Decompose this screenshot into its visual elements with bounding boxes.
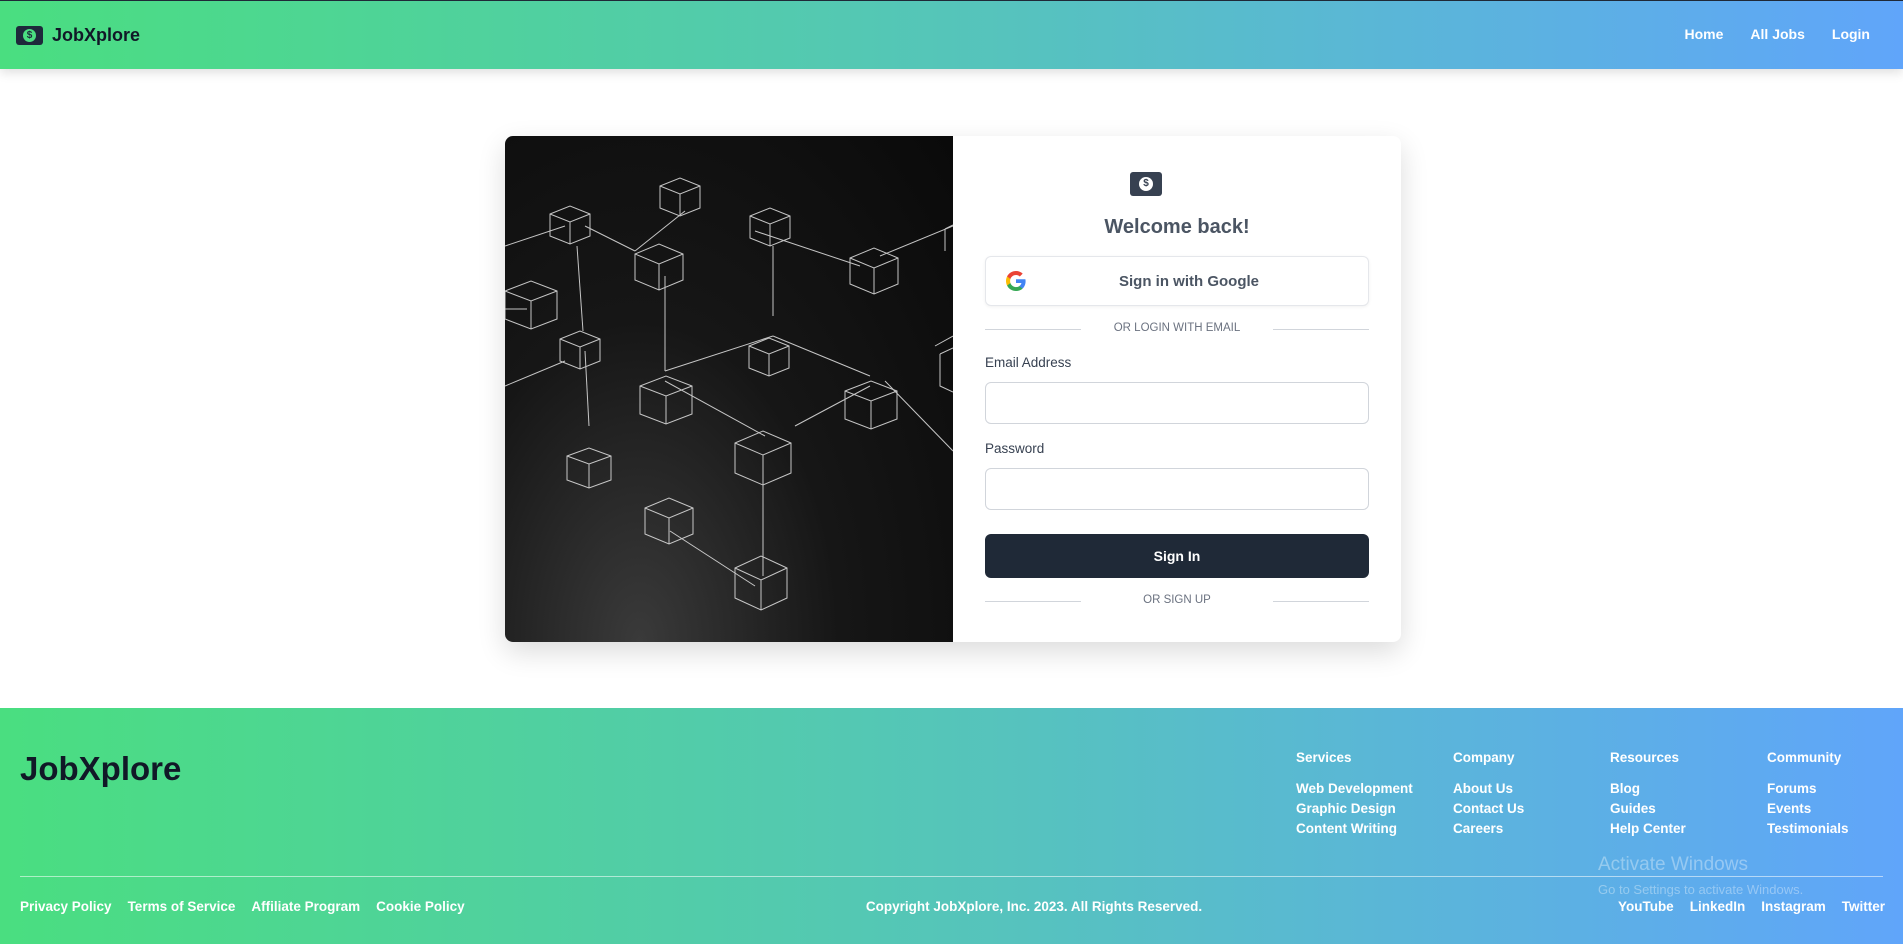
network-cubes-illustration xyxy=(505,177,953,611)
password-label: Password xyxy=(985,441,1045,456)
site-footer: JobXplore Services Web Development Graph… xyxy=(0,708,1903,944)
footer-col-community: Community Forums Events Testimonials xyxy=(1767,750,1849,839)
instagram-link[interactable]: Instagram xyxy=(1761,899,1826,914)
footer-link[interactable]: Testimonials xyxy=(1767,819,1849,839)
google-signin-button[interactable]: Sign in with Google xyxy=(985,256,1369,306)
password-input[interactable] xyxy=(985,468,1369,510)
google-button-label: Sign in with Google xyxy=(1119,272,1259,290)
top-navbar: $ JobXplore Home All Jobs Login xyxy=(0,0,1903,69)
email-login-divider: OR LOGIN WITH EMAIL xyxy=(985,322,1369,336)
footer-link[interactable]: Blog xyxy=(1610,779,1686,799)
email-label: Email Address xyxy=(985,355,1072,370)
login-form: $ Welcome back! Sign in with Google OR L… xyxy=(953,136,1401,642)
footer-divider xyxy=(20,876,1883,877)
hero-image xyxy=(505,136,953,642)
sign-in-button[interactable]: Sign In xyxy=(985,534,1369,578)
footer-link[interactable]: Graphic Design xyxy=(1296,799,1413,819)
brand-name: JobXplore xyxy=(52,25,141,45)
google-icon xyxy=(1006,271,1026,291)
footer-link[interactable]: Help Center xyxy=(1610,819,1686,839)
footer-link[interactable]: Content Writing xyxy=(1296,819,1413,839)
footer-col-services: Services Web Development Graphic Design … xyxy=(1296,750,1413,839)
signup-divider[interactable]: OR SIGN UP xyxy=(985,594,1369,608)
nav-home[interactable]: Home xyxy=(1685,26,1724,42)
footer-col-heading: Resources xyxy=(1610,750,1680,765)
youtube-link[interactable]: YouTube xyxy=(1618,899,1674,914)
footer-col-heading: Community xyxy=(1767,750,1842,765)
footer-col-company: Company About Us Contact Us Careers xyxy=(1453,750,1524,839)
footer-col-heading: Services xyxy=(1296,750,1352,765)
footer-link[interactable]: Careers xyxy=(1453,819,1524,839)
footer-link[interactable]: About Us xyxy=(1453,779,1524,799)
footer-link[interactable]: Events xyxy=(1767,799,1849,819)
main-nav: Home All Jobs Login xyxy=(1685,26,1870,42)
logo-icon: $ xyxy=(16,26,43,45)
twitter-link[interactable]: Twitter xyxy=(1842,899,1885,914)
footer-col-heading: Company xyxy=(1453,750,1515,765)
nav-login[interactable]: Login xyxy=(1832,26,1870,42)
footer-link[interactable]: Web Development xyxy=(1296,779,1413,799)
footer-link[interactable]: Forums xyxy=(1767,779,1849,799)
footer-brand: JobXplore xyxy=(20,750,182,787)
welcome-heading: Welcome back! xyxy=(1104,216,1250,238)
footer-link[interactable]: Contact Us xyxy=(1453,799,1524,819)
nav-all-jobs[interactable]: All Jobs xyxy=(1750,26,1804,42)
footer-link[interactable]: Guides xyxy=(1610,799,1686,819)
footer-col-resources: Resources Blog Guides Help Center xyxy=(1610,750,1686,839)
logo-icon: $ xyxy=(1130,172,1162,196)
linkedin-link[interactable]: LinkedIn xyxy=(1690,899,1746,914)
login-card: $ Welcome back! Sign in with Google OR L… xyxy=(505,136,1401,642)
brand-link[interactable]: $ JobXplore xyxy=(16,25,140,46)
email-input[interactable] xyxy=(985,382,1369,424)
footer-social-links: YouTube LinkedIn Instagram Twitter xyxy=(1618,899,1885,914)
